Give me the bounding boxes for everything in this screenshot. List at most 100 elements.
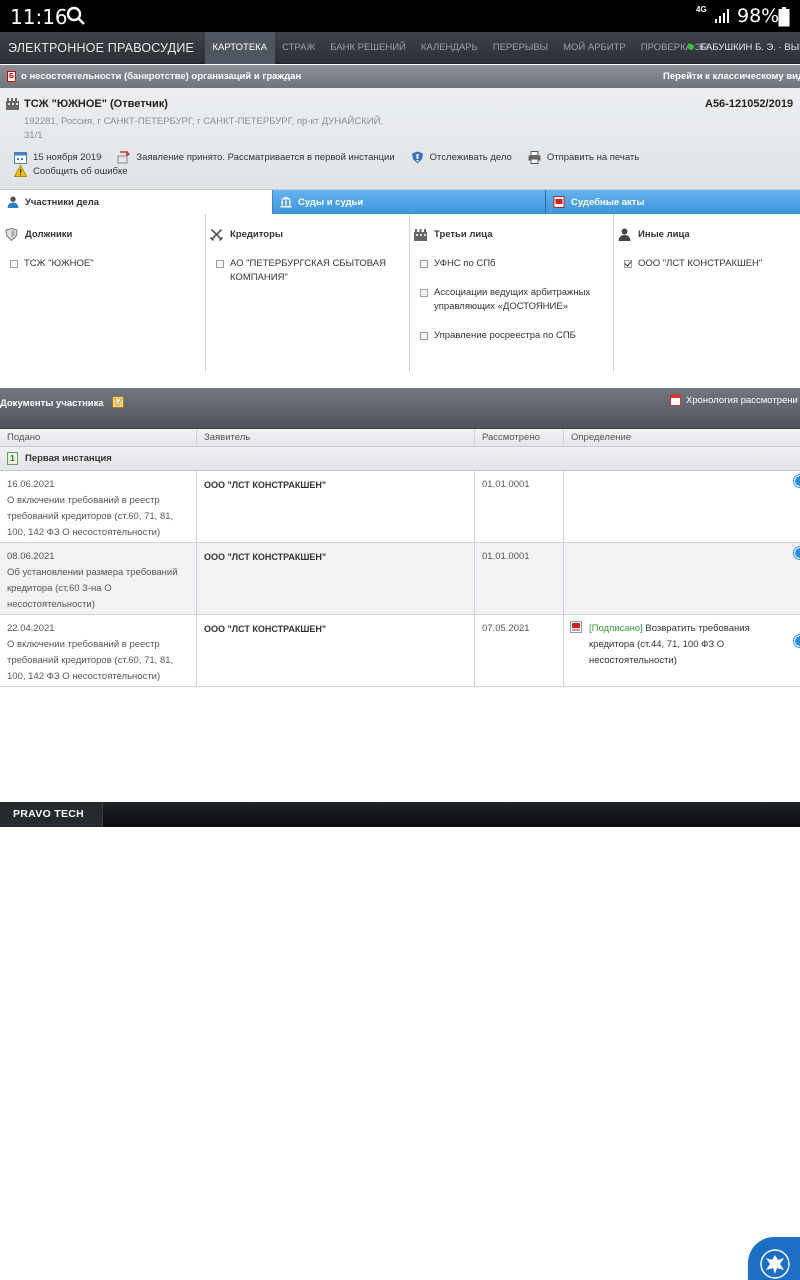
column-header-reviewed[interactable]: Рассмотрено: [475, 429, 564, 447]
creditors-list: АО "ПЕТЕРБУРГСКАЯ СБЫТОВАЯ КОМПАНИЯ": [216, 257, 396, 300]
status-icon: [117, 150, 130, 163]
printer-icon: [528, 150, 541, 164]
clock: 11:16: [10, 5, 68, 29]
nav-item-calendar[interactable]: КАЛЕНДАРЬ: [413, 32, 485, 64]
list-item[interactable]: ТСЖ "ЮЖНОЕ": [10, 257, 190, 271]
other-parties-header: Иные лица: [618, 228, 690, 241]
bankruptcy-icon: Б: [7, 71, 16, 82]
track-case-label: Отслеживать дело: [429, 151, 512, 163]
case-status-text: Заявление принято. Рассматривается в пер…: [136, 151, 395, 163]
classic-view-link[interactable]: Перейти к классическому вид: [663, 71, 800, 82]
participant-name: Ассоциации ведущих арбитражных управляющ…: [434, 287, 591, 312]
first-instance-icon: 1: [7, 452, 18, 465]
creditors-title: Кредиторы: [230, 229, 284, 240]
reviewed-cell: 07.05.2021: [475, 615, 564, 687]
documents-title: Документы участника: [0, 396, 125, 409]
list-item[interactable]: АО "ПЕТЕРБУРГСКАЯ СБЫТОВАЯ КОМПАНИЯ": [216, 257, 396, 285]
search-icon[interactable]: [66, 6, 86, 26]
instance-group-row[interactable]: 1 Первая инстанция: [0, 447, 800, 471]
debtor-shield-icon: [5, 228, 18, 241]
crossed-swords-icon: [210, 228, 223, 241]
debtors-title: Должники: [25, 229, 73, 240]
user-menu[interactable]: БАБУШКИН Б. Э. · ВЫЙТ: [688, 32, 800, 64]
footer-brand[interactable]: PRAVO TECH: [0, 802, 103, 827]
filed-date: 08.06.2021: [7, 551, 55, 562]
column-header-decision[interactable]: Определение: [564, 429, 800, 447]
case-date: 15 ноября 2019: [14, 151, 101, 164]
creditors-header: Кредиторы: [210, 228, 283, 241]
document-description[interactable]: О включении требований в реестр требован…: [7, 637, 189, 685]
signal-icon: [715, 9, 729, 23]
footer: PRAVO TECH: [0, 802, 800, 827]
other-parties-title: Иные лица: [638, 229, 690, 240]
checkbox[interactable]: [216, 260, 224, 268]
report-error-link[interactable]: Сообщить об ошибке: [14, 165, 128, 177]
checkbox[interactable]: [420, 260, 428, 268]
creditors-column: Кредиторы АО "ПЕТЕРБУРГСКАЯ СБЫТОВАЯ КОМ…: [205, 214, 409, 372]
instance-label: Первая инстанция: [25, 453, 112, 464]
filed-date: 22.04.2021: [7, 623, 55, 634]
user-name: БАБУШКИН Б. Э. · ВЫЙТ: [700, 42, 800, 53]
building-icon: [414, 229, 427, 241]
courthouse-icon: [280, 196, 292, 208]
decision-cell: [Подписано] Возвратить требования кредит…: [564, 615, 800, 687]
documents-title-text: Документы участника: [0, 398, 104, 409]
party-address: 192281, Россия, г САНКТ-ПЕТЕРБУРГ, г САН…: [24, 116, 384, 141]
battery-percent: 98%: [737, 5, 780, 27]
emblem-icon[interactable]: [748, 1237, 800, 1280]
nav-item-strazh[interactable]: СТРАЖ: [275, 32, 323, 64]
checkbox[interactable]: [420, 289, 428, 297]
list-item[interactable]: УФНС по СПб: [420, 257, 600, 271]
checkbox[interactable]: [420, 332, 428, 340]
table-row[interactable]: 08.06.2021 Об установлении размера требо…: [0, 543, 800, 615]
filter-icon[interactable]: [112, 396, 125, 408]
case-category: о несостоятельности (банкротстве) органи…: [21, 71, 302, 82]
list-item[interactable]: Управление росреестра по СПБ: [420, 329, 600, 343]
nav-item-kartoteka[interactable]: КАРТОТЕКА: [205, 32, 275, 64]
checkbox[interactable]: [10, 260, 18, 268]
case-meta: 15 ноября 2019 Заявление принято. Рассма…: [14, 150, 655, 164]
party-name: ТСЖ "ЮЖНОЕ" (Ответчик): [24, 98, 168, 110]
third-parties-column: Третьи лица УФНС по СПб Ассоциации ведущ…: [409, 214, 613, 372]
nav-menu: КАРТОТЕКА СТРАЖ БАНК РЕШЕНИЙ КАЛЕНДАРЬ П…: [205, 32, 716, 64]
list-item[interactable]: ООО "ЛСТ КОНСТРАКШЕН": [624, 257, 800, 271]
chronology-link[interactable]: Хронология рассмотрени: [670, 394, 798, 406]
participant-name: УФНС по СПб: [434, 258, 496, 269]
applicant-cell: ООО "ЛСТ КОНСТРАКШЕН": [197, 471, 475, 543]
site-logo[interactable]: ЭЛЕКТРОННОЕ ПРАВОСУДИЕ: [8, 41, 194, 55]
tab-courts[interactable]: Суды и судьи: [273, 190, 546, 214]
top-navigation: ЭЛЕКТРОННОЕ ПРАВОСУДИЕ КАРТОТЕКА СТРАЖ Б…: [0, 32, 800, 64]
row-expand-icon[interactable]: [794, 475, 800, 487]
row-expand-icon[interactable]: [794, 635, 800, 647]
checkbox-checked[interactable]: [624, 260, 632, 268]
reviewed-cell: 01.01.0001: [475, 471, 564, 543]
pdf-icon[interactable]: [570, 621, 582, 633]
document-description[interactable]: О включении требований в реестр требован…: [7, 493, 189, 541]
debtors-header: Должники: [5, 228, 72, 241]
case-number: А56-121052/2019: [705, 98, 794, 110]
table-row[interactable]: 16.06.2021 О включении требований в реес…: [0, 471, 800, 543]
document-description[interactable]: Об установлении размера требований креди…: [7, 565, 189, 613]
other-parties-list: ООО "ЛСТ КОНСТРАКШЕН": [624, 257, 800, 286]
tab-participants[interactable]: Участники дела: [0, 190, 273, 214]
pdf-document-icon: [553, 196, 565, 208]
report-error-label: Сообщить об ошибке: [33, 165, 128, 177]
applicant-cell: ООО "ЛСТ КОНСТРАКШЕН": [197, 615, 475, 687]
table-row[interactable]: 22.04.2021 О включении требований в реес…: [0, 615, 800, 687]
applicant-cell: ООО "ЛСТ КОНСТРАКШЕН": [197, 543, 475, 615]
column-header-filed[interactable]: Подано: [0, 429, 197, 447]
participant-name: ООО "ЛСТ КОНСТРАКШЕН": [638, 258, 763, 269]
tab-acts[interactable]: Судебные акты: [546, 190, 800, 214]
row-expand-icon[interactable]: [794, 547, 800, 559]
participant-name: АО "ПЕТЕРБУРГСКАЯ СБЫТОВАЯ КОМПАНИЯ": [230, 258, 386, 283]
decision-text[interactable]: [Подписано] Возвратить требования кредит…: [589, 621, 793, 669]
shield-icon: [411, 151, 423, 163]
nav-item-my-arbitr[interactable]: МОЙ АРБИТР: [556, 32, 634, 64]
print-button[interactable]: Отправить на печать: [528, 150, 639, 164]
column-header-applicant[interactable]: Заявитель: [197, 429, 475, 447]
tab-participants-label: Участники дела: [25, 196, 100, 208]
nav-item-breaks[interactable]: ПЕРЕРЫВЫ: [485, 32, 555, 64]
nav-item-bank-resheniy[interactable]: БАНК РЕШЕНИЙ: [323, 32, 414, 64]
list-item[interactable]: Ассоциации ведущих арбитражных управляющ…: [420, 286, 600, 314]
track-case-button[interactable]: Отслеживать дело: [411, 151, 512, 164]
